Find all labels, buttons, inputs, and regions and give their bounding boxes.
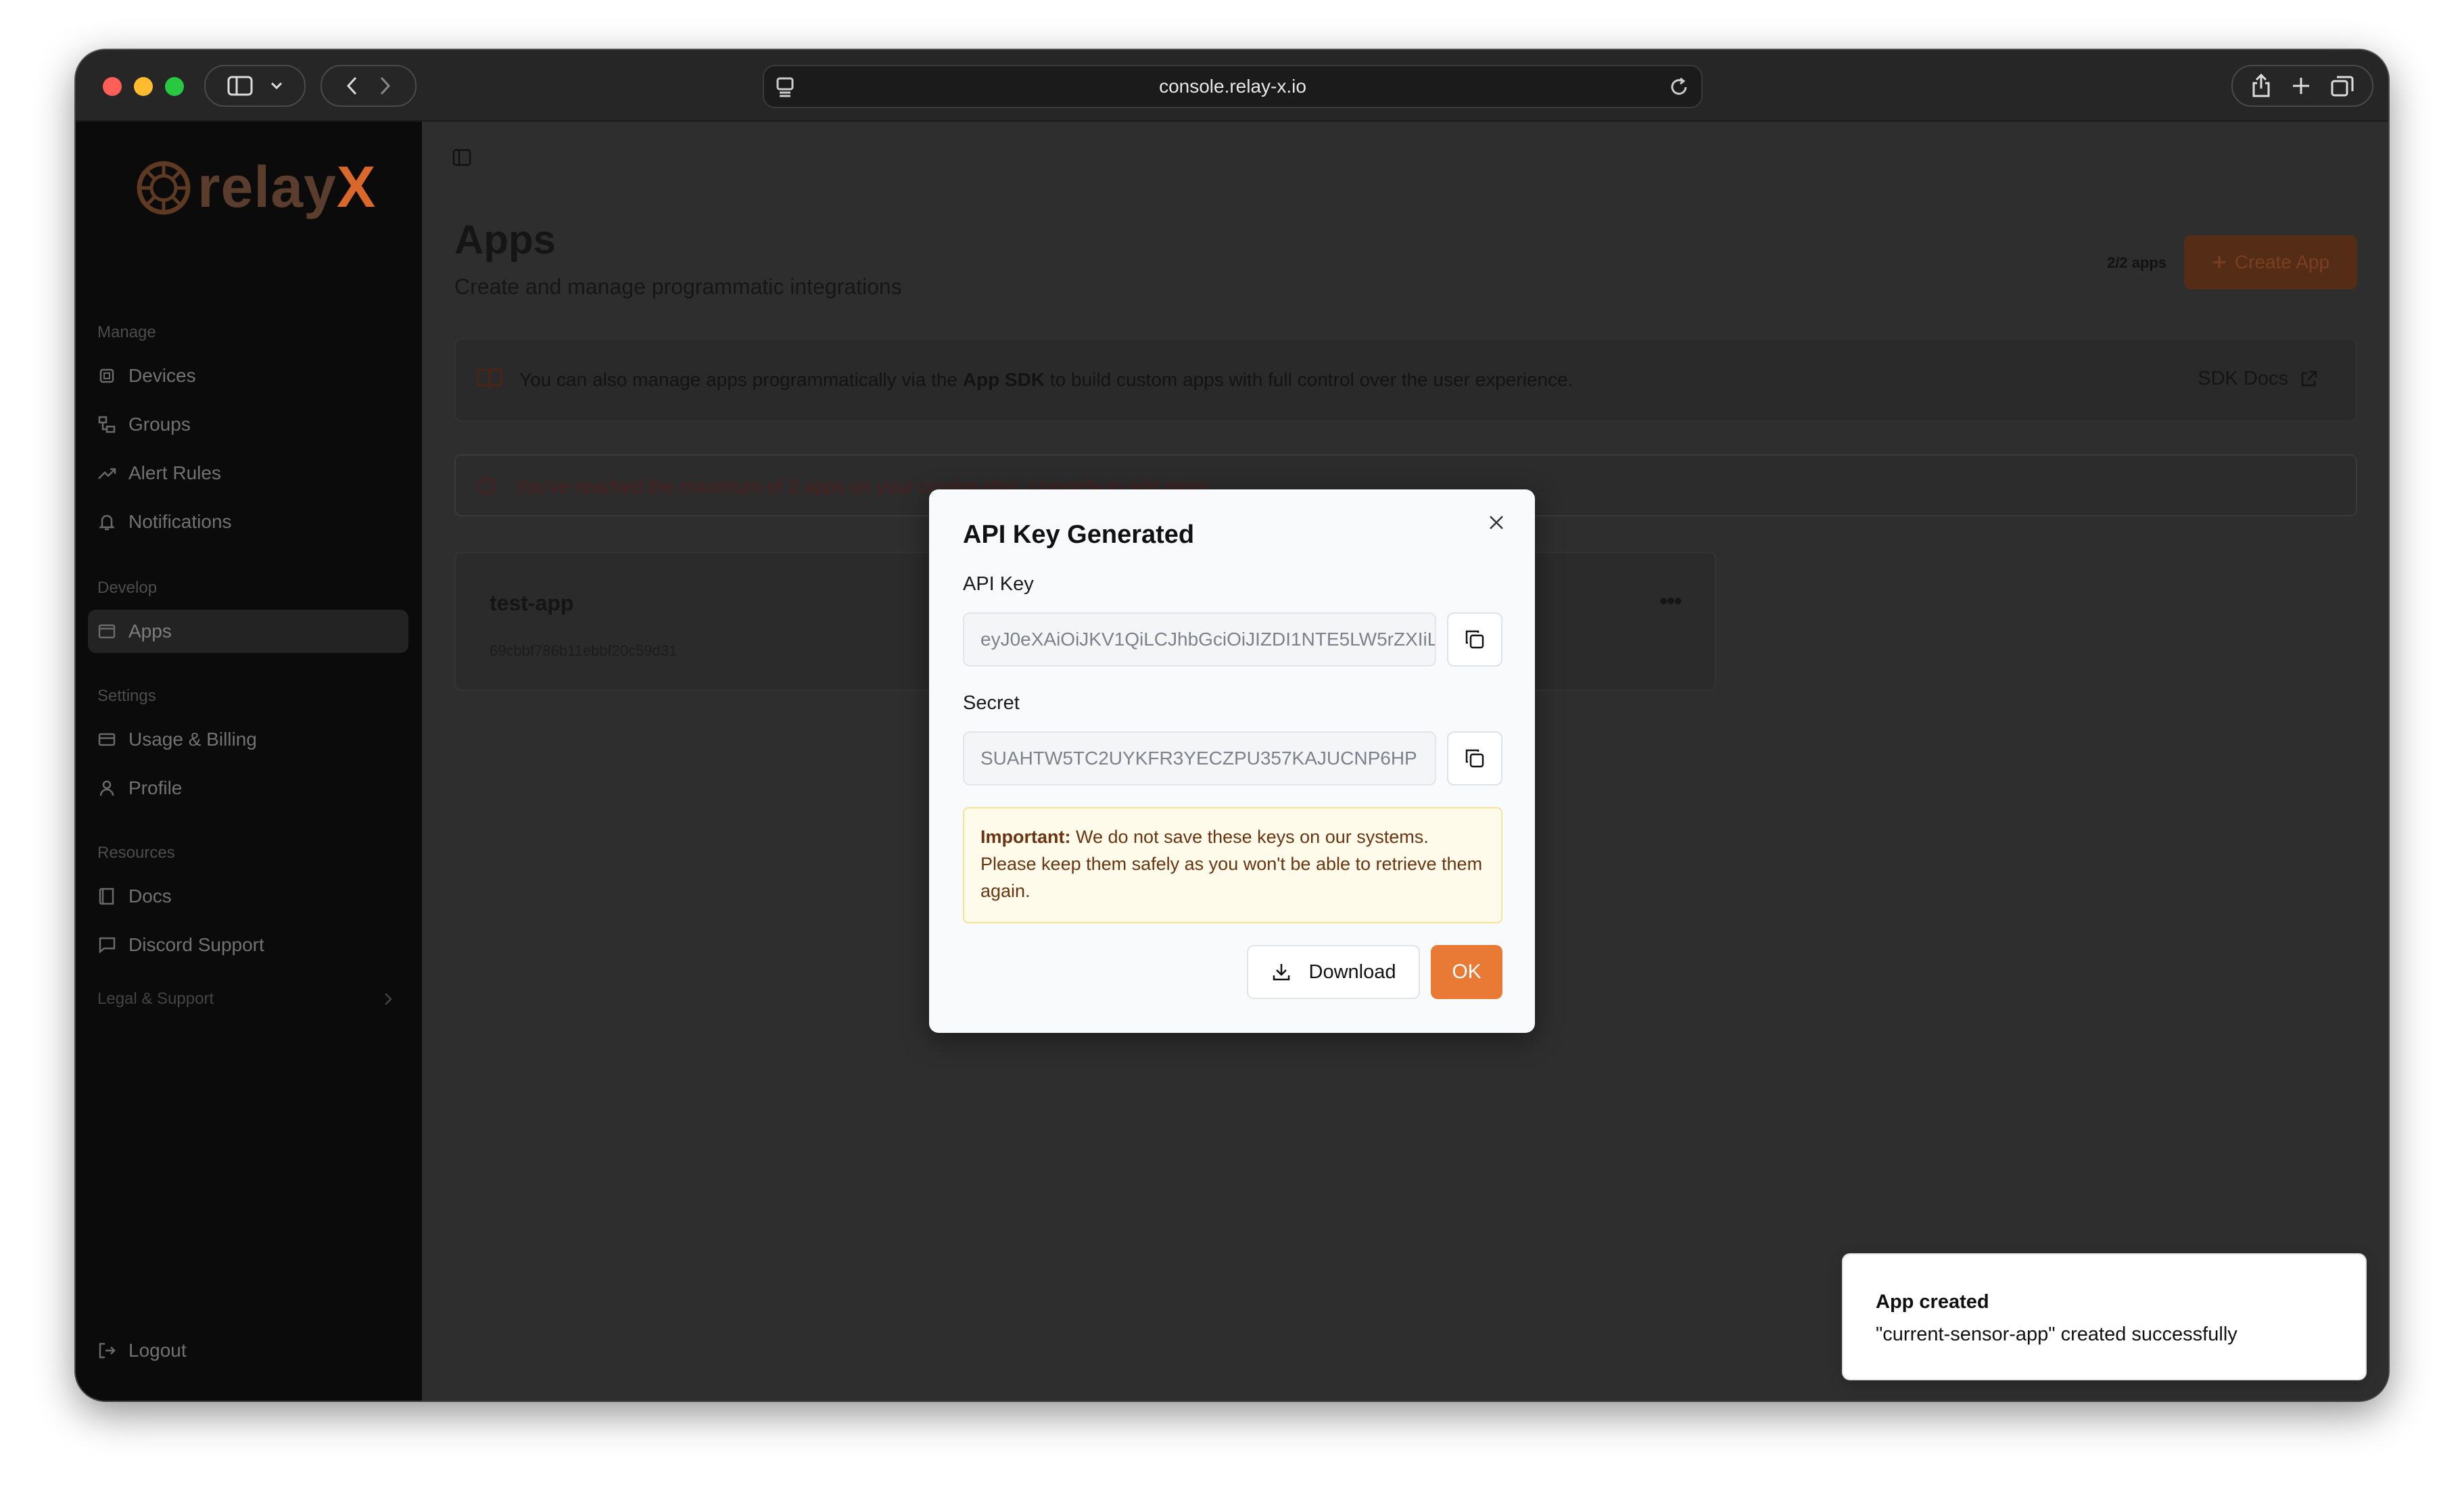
api-key-dialog: API Key Generated API Key eyJ0eXAiOiJKV1… — [929, 489, 1535, 1033]
sidebar-item-label: Profile — [128, 777, 183, 798]
sidebar-item-label: Groups — [128, 414, 191, 435]
open-book-icon — [477, 368, 502, 389]
page-settings-icon[interactable] — [776, 77, 794, 97]
sidebar-item-label: Apps — [128, 621, 172, 641]
secret-label: Secret — [963, 692, 1020, 714]
external-link-icon — [2301, 370, 2317, 386]
sdk-banner-text: You can also manage apps programmaticall… — [519, 369, 1573, 390]
chevron-down-icon — [270, 82, 283, 90]
share-icon[interactable] — [2251, 74, 2271, 98]
section-label-manage: Manage — [97, 323, 156, 341]
minimize-window-button[interactable] — [134, 77, 153, 96]
sdk-docs-link[interactable]: SDK Docs — [2198, 368, 2318, 390]
logout-icon — [99, 1342, 116, 1359]
sidebar-item-discord-support[interactable]: Discord Support — [88, 923, 408, 967]
copy-api-key-button[interactable] — [1447, 612, 1502, 667]
copy-icon — [1465, 630, 1484, 649]
sidebar-item-profile[interactable]: Profile — [88, 767, 408, 810]
browser-window: console.relay-x.io relayX Manage Devices… — [76, 50, 2388, 1401]
legal-support-label: Legal & Support — [97, 990, 214, 1008]
app-name: test-app — [490, 591, 574, 615]
sidebar-item-groups[interactable]: Groups — [88, 403, 408, 446]
section-label-develop: Develop — [97, 579, 158, 597]
close-window-button[interactable] — [103, 77, 122, 96]
toast-title: App created — [1876, 1291, 1989, 1313]
sidebar-item-alert-rules[interactable]: Alert Rules — [88, 452, 408, 495]
dialog-title: API Key Generated — [963, 520, 1195, 549]
sidebar-item-apps[interactable]: Apps — [88, 610, 408, 653]
credit-card-icon — [98, 733, 116, 746]
relayx-logo[interactable]: relayX — [135, 154, 376, 221]
tab-overview-icon[interactable] — [2331, 75, 2354, 97]
url-text: console.relay-x.io — [1159, 76, 1306, 97]
sidebar-item-label: Devices — [128, 365, 196, 386]
sidebar-item-usage-billing[interactable]: Usage & Billing — [88, 718, 408, 761]
toast-notification: App created "current-sensor-app" created… — [1842, 1253, 2367, 1380]
sidebar-item-label: Alert Rules — [128, 462, 221, 483]
plus-icon — [2212, 256, 2225, 268]
chat-icon — [99, 937, 116, 954]
sidebar: relayX Manage Devices Groups Alert Rules… — [76, 122, 422, 1401]
logo-text: relayX — [197, 155, 377, 220]
app-window-icon — [98, 624, 116, 639]
history-nav — [321, 65, 417, 107]
chevron-right-icon — [385, 993, 392, 1005]
app-id: 69cbbf786b11ebbf20c59d31 — [490, 642, 678, 659]
create-app-label: Create App — [2234, 251, 2330, 272]
sidebar-item-label: Usage & Billing — [128, 729, 257, 750]
reload-icon[interactable] — [1669, 77, 1689, 97]
chip-icon — [99, 368, 114, 383]
legal-support-toggle[interactable]: Legal & Support — [88, 977, 408, 1021]
forward-icon[interactable] — [380, 76, 391, 95]
download-icon — [1273, 964, 1289, 981]
warning-notice: Important: We do not save these keys on … — [963, 807, 1502, 923]
sidebar-item-docs[interactable]: Docs — [88, 875, 408, 918]
api-key-label: API Key — [963, 573, 1034, 595]
sdk-info-banner: You can also manage apps programmaticall… — [454, 338, 2357, 422]
page-subtitle: Create and manage programmatic integrati… — [454, 274, 902, 299]
api-key-field[interactable]: eyJ0eXAiOiJKV1QiLCJhbGciOiJIZDI1NTE5LW5r… — [963, 612, 1436, 667]
browser-toolbar: console.relay-x.io — [76, 50, 2388, 122]
section-label-settings: Settings — [97, 687, 156, 705]
close-icon[interactable] — [1488, 514, 1505, 531]
logo-mark-icon — [137, 161, 191, 214]
secret-field[interactable]: SUAHTW5TC2UYKFR3YECZPU357KAJUCNP6HP — [963, 731, 1436, 785]
groups-icon — [98, 416, 116, 433]
page-title: Apps — [454, 217, 556, 262]
sidebar-toggle-button[interactable] — [204, 65, 306, 107]
collapse-sidebar-icon[interactable] — [452, 147, 472, 168]
book-icon — [99, 888, 114, 905]
copy-icon — [1465, 749, 1484, 768]
back-icon[interactable] — [346, 76, 357, 95]
trend-icon — [98, 468, 116, 479]
download-label: Download — [1308, 961, 1396, 983]
maximize-window-button[interactable] — [165, 77, 184, 96]
ok-button[interactable]: OK — [1431, 945, 1502, 999]
download-button[interactable]: Download — [1247, 945, 1420, 999]
sidebar-item-notifications[interactable]: Notifications — [88, 500, 408, 543]
sidebar-item-label: Notifications — [128, 511, 232, 532]
alert-circle-icon — [477, 477, 496, 495]
new-tab-icon[interactable] — [2292, 76, 2311, 95]
logout-label: Logout — [128, 1340, 187, 1361]
app-count: 2/2 apps — [2107, 254, 2167, 271]
section-label-resources: Resources — [97, 844, 175, 862]
more-options-icon[interactable]: ••• — [1659, 587, 1682, 615]
window-actions — [2231, 65, 2373, 107]
bell-icon — [98, 514, 116, 531]
sidebar-item-devices[interactable]: Devices — [88, 354, 408, 397]
user-icon — [99, 780, 114, 796]
logout-button[interactable]: Logout — [88, 1329, 408, 1372]
address-bar[interactable]: console.relay-x.io — [763, 65, 1703, 108]
sidebar-item-label: Discord Support — [128, 934, 264, 955]
create-app-button[interactable]: Create App — [2184, 235, 2357, 289]
copy-secret-button[interactable] — [1447, 731, 1502, 785]
sidebar-item-label: Docs — [128, 886, 172, 906]
toast-message: "current-sensor-app" created successfull… — [1876, 1324, 2237, 1345]
sidebar-icon — [227, 76, 253, 96]
